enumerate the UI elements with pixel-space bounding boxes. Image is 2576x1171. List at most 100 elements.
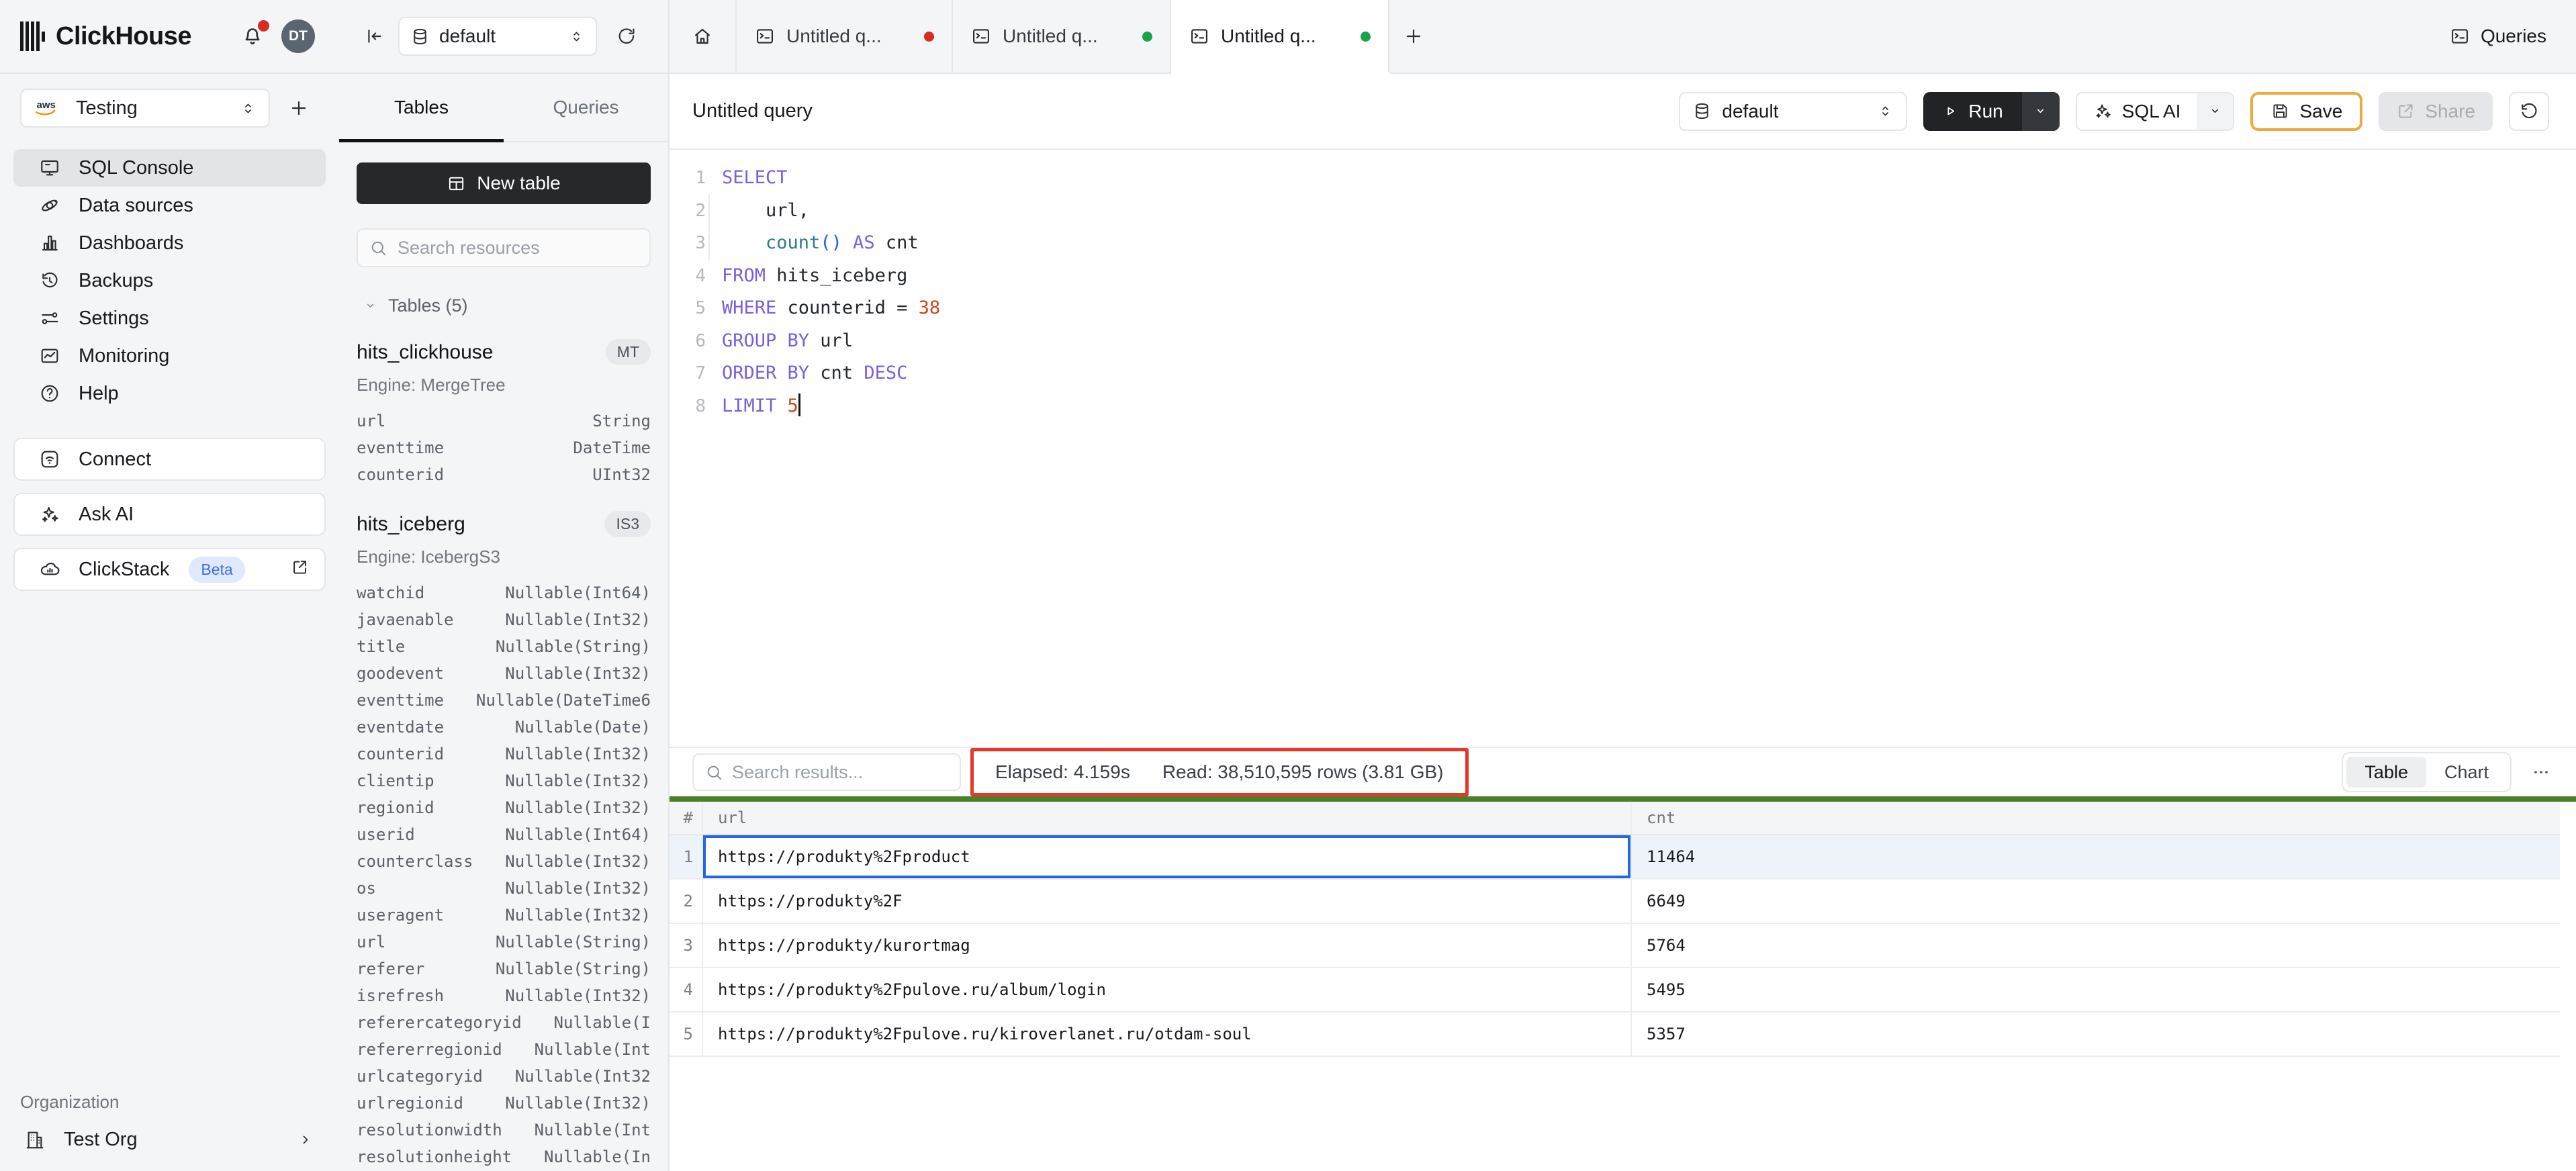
result-cell-cnt[interactable]: 11464 — [1632, 835, 2560, 878]
add-workspace-button[interactable] — [270, 97, 327, 119]
tables-panel-tabs: Tables Queries — [339, 74, 668, 142]
column-row[interactable]: urlString — [357, 408, 651, 434]
sql-ai-options-button[interactable] — [2197, 93, 2233, 130]
topbar-database-area: default — [339, 0, 670, 73]
column-row[interactable]: eventdateNullable(Date) — [357, 714, 651, 741]
column-row[interactable]: eventtimeDateTime — [357, 434, 651, 461]
more-options-icon[interactable] — [2530, 761, 2552, 783]
column-row[interactable]: useridNullable(Int64) — [357, 821, 651, 848]
editor-database-value: default — [1722, 101, 1778, 122]
column-row[interactable]: clientipNullable(Int32) — [357, 767, 651, 794]
sidebar-item-sql-console[interactable]: SQL Console — [13, 149, 326, 187]
sidebar-item-label: Connect — [79, 449, 151, 471]
column-row[interactable]: useragentNullable(Int32) — [357, 902, 651, 929]
result-cell-url[interactable]: https://produkty%2F — [702, 880, 1632, 923]
column-row[interactable]: goodeventNullable(Int32) — [357, 660, 651, 687]
column-header-index[interactable]: # — [670, 802, 702, 834]
queries-button-label: Queries — [2481, 26, 2546, 47]
database-selector[interactable]: default — [398, 17, 597, 56]
column-row[interactable]: counteridNullable(Int32) — [357, 741, 651, 767]
column-header-url[interactable]: url — [702, 802, 1632, 834]
sidebar-item-help[interactable]: Help — [13, 375, 326, 412]
column-type: Nullable(Int32) — [493, 986, 651, 1005]
refresh-icon[interactable] — [616, 26, 637, 47]
new-table-button[interactable]: New table — [357, 162, 651, 204]
run-options-button[interactable] — [2022, 92, 2060, 131]
table-row: 3https://produkty/kurortmag5764 — [670, 924, 2560, 968]
collapse-sidebar-icon[interactable] — [363, 26, 385, 47]
column-row[interactable]: refererregionidNullable(Int — [357, 1036, 651, 1063]
share-button[interactable]: Share — [2379, 92, 2493, 131]
column-row[interactable]: osNullable(Int32) — [357, 875, 651, 902]
column-row[interactable]: counteridUInt32 — [357, 461, 651, 488]
query-tab[interactable]: Untitled q... — [1171, 0, 1389, 73]
column-row[interactable]: referercategoryidNullable(I — [357, 1009, 651, 1036]
view-toggle-table[interactable]: Table — [2346, 757, 2426, 788]
query-history-button[interactable] — [2509, 92, 2549, 131]
home-button[interactable] — [670, 0, 737, 73]
editor-toolbar: default Run SQL AI — [1679, 92, 2549, 131]
resources-search[interactable] — [357, 228, 651, 267]
queries-button[interactable]: Queries — [2449, 26, 2546, 47]
query-tab[interactable]: Untitled q... — [737, 0, 953, 73]
column-row[interactable]: regionidNullable(Int32) — [357, 794, 651, 821]
column-row[interactable]: counterclassNullable(Int32) — [357, 848, 651, 875]
editor-database-selector[interactable]: default — [1679, 92, 1907, 131]
column-row[interactable]: urlregionidNullable(Int32) — [357, 1090, 651, 1117]
column-name: useragent — [357, 906, 444, 925]
sql-editor[interactable]: 1SELECT2 url,3 count() AS cnt4FROM hits_… — [670, 150, 2576, 747]
column-row[interactable]: refererNullable(String) — [357, 955, 651, 982]
clickhouse-logo-icon — [20, 21, 45, 51]
sidebar-item-clickstack[interactable]: ClickStackBeta — [13, 548, 326, 591]
sidebar-item-data-sources[interactable]: Data sources — [13, 187, 326, 224]
tab-queries[interactable]: Queries — [504, 74, 668, 141]
column-row[interactable]: isrefreshNullable(Int32) — [357, 982, 651, 1009]
add-tab-button[interactable] — [1389, 0, 1438, 73]
result-cell-cnt[interactable]: 6649 — [1632, 880, 2560, 923]
sidebar-item-connect[interactable]: Connect — [13, 438, 326, 481]
avatar[interactable]: DT — [281, 19, 315, 53]
column-type: Nullable(In — [532, 1147, 651, 1166]
column-type: Nullable(Date) — [503, 718, 651, 737]
organization-item[interactable]: Test Org — [20, 1129, 319, 1151]
workspace-selector[interactable]: aws Testing — [20, 89, 270, 128]
run-button[interactable]: Run — [1923, 92, 2059, 131]
column-row[interactable]: resolutionheightNullable(In — [357, 1143, 651, 1170]
results-search-input[interactable] — [732, 762, 949, 783]
terminal-icon — [970, 26, 992, 47]
result-cell-cnt[interactable]: 5495 — [1632, 968, 2560, 1011]
result-cell-url[interactable]: https://produkty%2Fproduct — [702, 835, 1632, 878]
view-toggle-chart[interactable]: Chart — [2426, 757, 2507, 788]
results-search[interactable] — [692, 753, 961, 791]
column-type: Nullable(Int — [522, 1121, 651, 1139]
column-header-cnt[interactable]: cnt — [1632, 802, 2560, 834]
sidebar-item-dashboards[interactable]: Dashboards — [13, 224, 326, 262]
result-cell-url[interactable]: https://produkty%2Fpulove.ru/kiroverlane… — [702, 1013, 1632, 1056]
tab-tables[interactable]: Tables — [339, 74, 504, 141]
column-row[interactable]: urlNullable(String) — [357, 929, 651, 955]
query-title[interactable]: Untitled query — [692, 100, 813, 122]
notifications-bell-icon[interactable] — [240, 23, 267, 50]
sidebar-item-settings[interactable]: Settings — [13, 299, 326, 337]
save-button[interactable]: Save — [2250, 92, 2362, 131]
column-row[interactable]: resolutionwidthNullable(Int — [357, 1117, 651, 1143]
result-cell-url[interactable]: https://produkty/kurortmag — [702, 924, 1632, 967]
table-name[interactable]: hits_iceberg — [357, 513, 465, 536]
sql-ai-button[interactable]: SQL AI — [2076, 92, 2235, 131]
result-cell-url[interactable]: https://produkty%2Fpulove.ru/album/login — [702, 968, 1632, 1011]
column-row[interactable]: eventtimeNullable(DateTime6 — [357, 687, 651, 714]
column-row[interactable]: watchidNullable(Int64) — [357, 579, 651, 606]
sidebar-item-backups[interactable]: Backups — [13, 262, 326, 299]
table-name[interactable]: hits_clickhouse — [357, 341, 493, 364]
column-row[interactable]: urlcategoryidNullable(Int32 — [357, 1063, 651, 1090]
query-tab[interactable]: Untitled q... — [953, 0, 1171, 73]
result-cell-cnt[interactable]: 5764 — [1632, 924, 2560, 967]
column-type: Nullable(Int32) — [493, 664, 651, 683]
sidebar-item-ask-ai[interactable]: Ask AI — [13, 493, 326, 536]
result-cell-cnt[interactable]: 5357 — [1632, 1013, 2560, 1056]
column-row[interactable]: javaenableNullable(Int32) — [357, 606, 651, 633]
sidebar-item-monitoring[interactable]: Monitoring — [13, 337, 326, 375]
column-row[interactable]: titleNullable(String) — [357, 633, 651, 660]
resources-search-input[interactable] — [398, 238, 639, 259]
tables-section-header[interactable]: Tables (5) — [357, 295, 651, 316]
